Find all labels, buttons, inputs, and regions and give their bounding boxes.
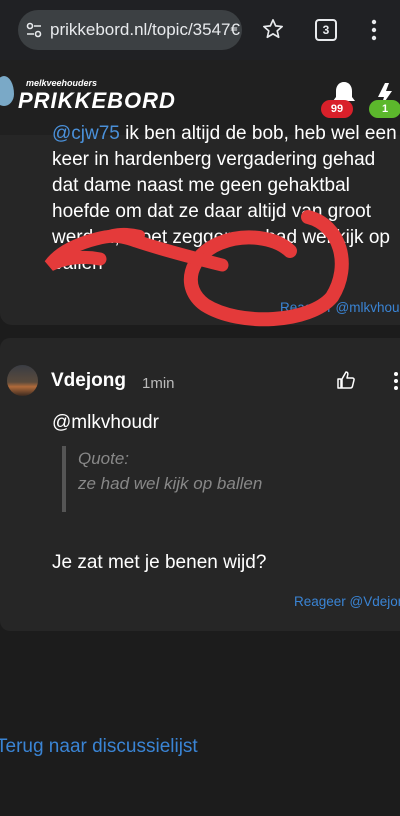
logo-title: PRIKKEBORD: [18, 88, 176, 113]
post-text: Je zat met je benen wijd?: [52, 552, 267, 573]
bookmark-star-icon[interactable]: [262, 18, 284, 40]
quote-label: Quote:: [78, 449, 130, 468]
more-options-icon[interactable]: [368, 18, 380, 42]
tab-switcher-button[interactable]: 3: [315, 19, 337, 41]
site-logo[interactable]: melkveehouders PRIKKEBORD: [0, 76, 175, 122]
reply-button[interactable]: Reageer @Vdejong: [294, 594, 400, 609]
logo-drop-icon: [0, 76, 14, 106]
quote-text: ze had wel kijk op ballen: [78, 474, 263, 493]
address-bar[interactable]: prikkebord.nl/topic/3547€: [18, 10, 242, 50]
red-scribble-annotation: [44, 210, 349, 327]
back-to-discussions-link[interactable]: Terug naar discussielijst: [0, 736, 198, 758]
blockquote: Quote: ze had wel kijk op ballen: [62, 446, 378, 512]
logo-subtitle: melkveehouders: [26, 78, 98, 88]
avatar[interactable]: [7, 365, 38, 396]
thumbs-up-icon[interactable]: [337, 371, 355, 389]
notifications-badge: 99: [321, 100, 353, 118]
post-card: Vdejong 1min @mlkvhoudr Quote: ze had we…: [0, 338, 400, 631]
site-settings-icon[interactable]: [26, 22, 42, 38]
post-mention[interactable]: @mlkvhoudr: [52, 410, 400, 436]
post-mention[interactable]: @cjw75: [52, 123, 120, 144]
post-time[interactable]: 1min: [142, 375, 175, 392]
activity-badge: 1: [369, 100, 400, 118]
url-text: prikkebord.nl/topic/3547€: [50, 20, 240, 39]
browser-toolbar: prikkebord.nl/topic/3547€ 3: [0, 0, 400, 60]
post-author[interactable]: Vdejong: [51, 370, 126, 392]
post-menu-icon[interactable]: [392, 371, 400, 391]
